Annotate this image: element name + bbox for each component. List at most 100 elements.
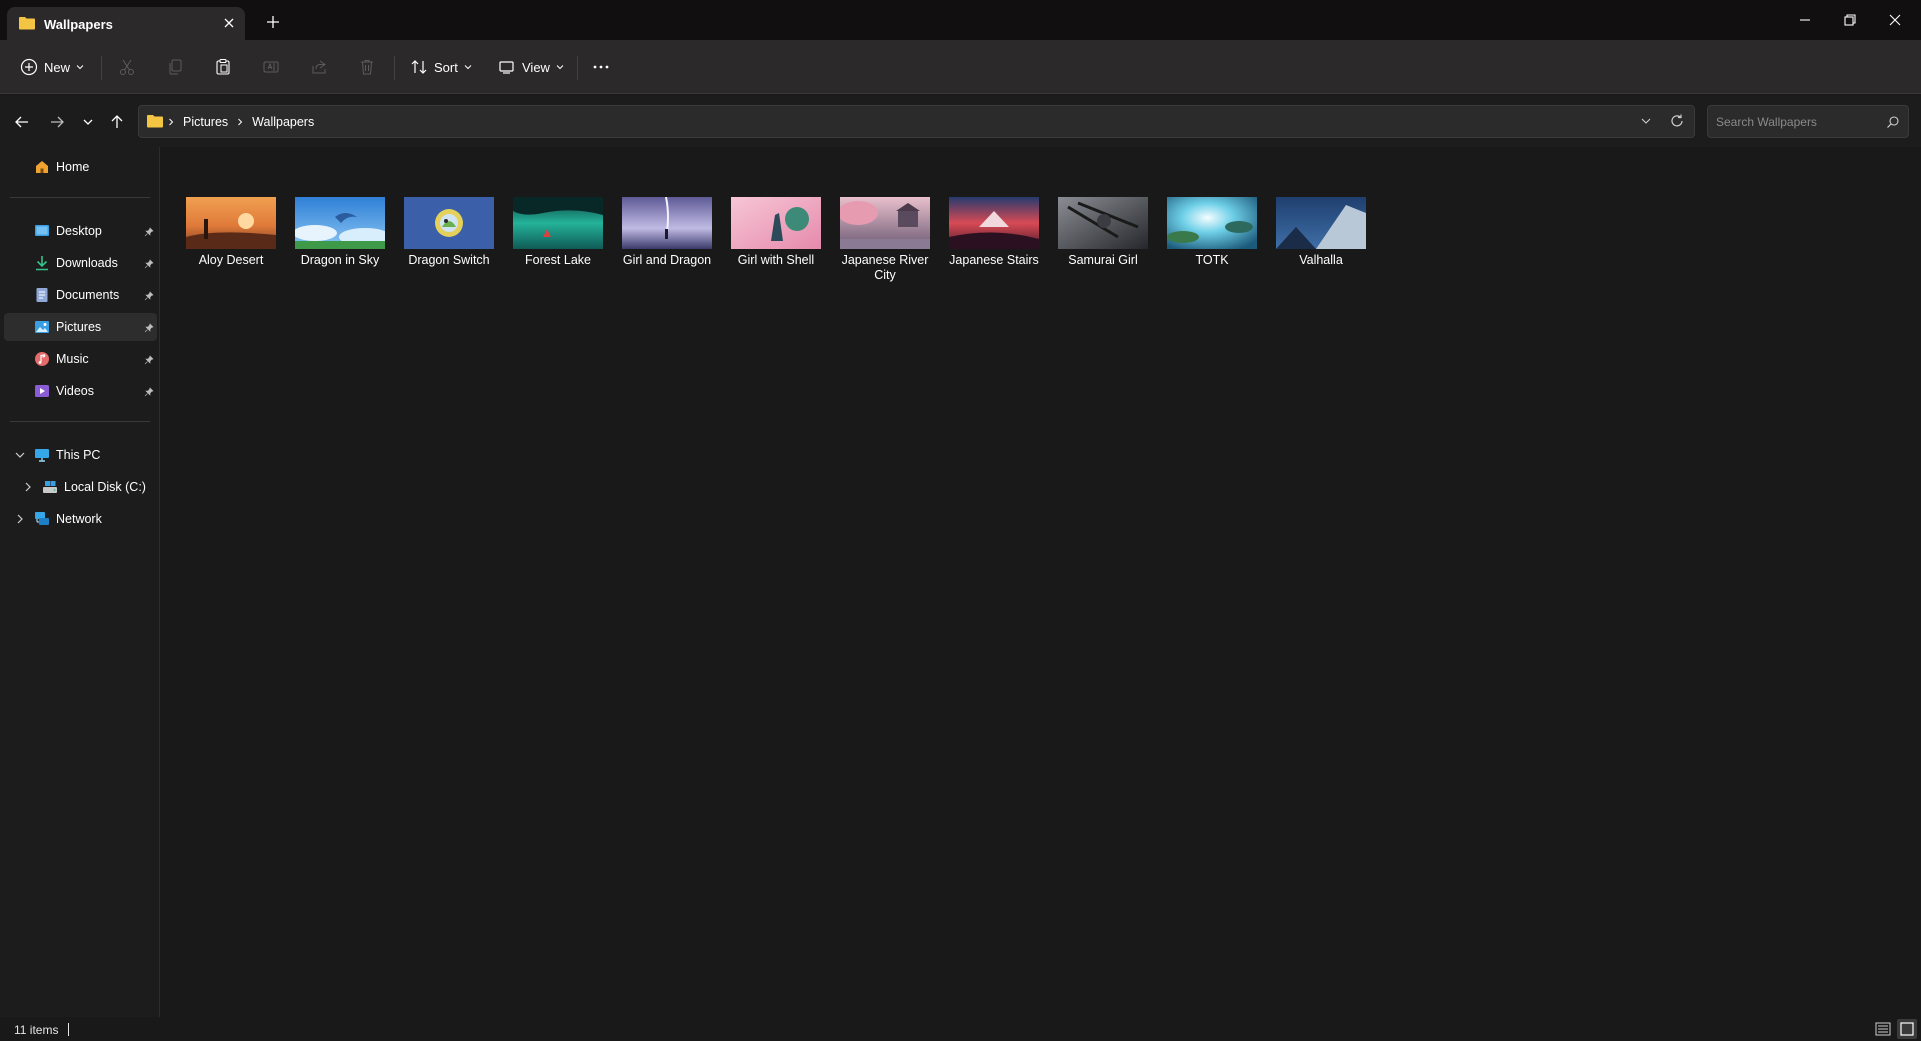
tab-wallpapers[interactable]: Wallpapers xyxy=(7,7,245,40)
file-item[interactable]: Forest Lake xyxy=(506,197,610,268)
chevron-down-icon[interactable] xyxy=(14,449,26,464)
sidebar-item-documents[interactable]: Documents xyxy=(4,281,157,309)
chevron-down-icon[interactable] xyxy=(1639,114,1653,131)
sidebar-item-label: Downloads xyxy=(56,256,118,270)
address-bar[interactable]: Pictures Wallpapers xyxy=(138,105,1695,138)
status-divider xyxy=(68,1023,69,1036)
forward-icon[interactable] xyxy=(48,113,66,131)
pin-icon[interactable] xyxy=(144,385,154,400)
large-icons-view-icon[interactable] xyxy=(1897,1019,1917,1039)
rename-button[interactable] xyxy=(262,54,280,80)
back-icon[interactable] xyxy=(13,113,31,131)
file-item[interactable]: Aloy Desert xyxy=(179,197,283,268)
image-thumbnail xyxy=(186,197,276,249)
file-item[interactable]: Girl with Shell xyxy=(724,197,828,268)
folder-icon xyxy=(19,16,35,33)
share-button[interactable] xyxy=(310,54,328,80)
sort-button[interactable]: Sort xyxy=(410,54,472,80)
paste-button[interactable] xyxy=(214,54,232,80)
sidebar-item-label: Documents xyxy=(56,288,120,302)
image-thumbnail xyxy=(622,197,712,249)
file-name: Japanese River City xyxy=(841,253,929,282)
file-item[interactable]: Valhalla xyxy=(1269,197,1373,268)
music-icon xyxy=(34,351,50,367)
sidebar-item-music[interactable]: Music xyxy=(4,345,157,373)
cut-button[interactable] xyxy=(118,54,136,80)
tab-title: Wallpapers xyxy=(44,17,113,32)
breadcrumb: Pictures Wallpapers xyxy=(167,106,314,137)
file-name: TOTK xyxy=(1195,253,1229,267)
chevron-right-icon[interactable] xyxy=(14,513,26,528)
details-view-icon[interactable] xyxy=(1874,1020,1892,1041)
recent-locations-icon[interactable] xyxy=(79,113,97,131)
add-circle-icon xyxy=(20,58,38,76)
pin-icon[interactable] xyxy=(144,289,154,304)
navigation-pane: Home Desktop Downloads Documents Picture… xyxy=(0,147,160,1017)
folder-icon xyxy=(147,114,163,131)
breadcrumb-wallpapers[interactable]: Wallpapers xyxy=(252,115,314,129)
more-options-button[interactable] xyxy=(592,54,610,80)
new-tab-icon[interactable] xyxy=(265,14,281,30)
pictures-icon xyxy=(34,319,50,335)
file-item[interactable]: Dragon Switch xyxy=(397,197,501,268)
file-item[interactable]: Samurai Girl xyxy=(1051,197,1155,268)
chevron-down-icon xyxy=(76,65,84,70)
search-icon[interactable] xyxy=(1886,115,1900,132)
close-window-icon[interactable] xyxy=(1887,12,1903,28)
sidebar-item-local-disk[interactable]: Local Disk (C:) xyxy=(4,473,157,501)
search-box[interactable] xyxy=(1707,105,1909,138)
sidebar-item-network[interactable]: Network xyxy=(4,505,157,533)
file-item[interactable]: Girl and Dragon xyxy=(615,197,719,268)
chevron-down-icon xyxy=(556,65,564,70)
new-button[interactable]: New xyxy=(20,54,84,80)
file-name: Girl and Dragon xyxy=(622,253,712,267)
home-icon xyxy=(34,159,50,175)
pin-icon[interactable] xyxy=(144,321,154,336)
restore-icon[interactable] xyxy=(1842,12,1858,28)
sidebar-item-label: Desktop xyxy=(56,224,102,238)
rename-icon xyxy=(263,61,279,73)
view-button[interactable]: View xyxy=(498,54,564,80)
image-thumbnail xyxy=(949,197,1039,249)
up-icon[interactable] xyxy=(108,113,126,131)
delete-button[interactable] xyxy=(358,54,376,80)
sidebar-item-label: Network xyxy=(56,512,102,526)
chevron-right-icon xyxy=(169,118,174,125)
file-item[interactable]: Japanese Stairs xyxy=(942,197,1046,268)
close-tab-icon[interactable] xyxy=(219,13,239,33)
sidebar-item-label: Pictures xyxy=(56,320,102,334)
copy-button[interactable] xyxy=(166,54,184,80)
image-thumbnail xyxy=(1167,197,1257,249)
chevron-right-icon[interactable] xyxy=(22,481,34,496)
search-input[interactable] xyxy=(1716,112,1876,132)
sidebar-item-pictures[interactable]: Pictures xyxy=(4,313,157,341)
sidebar-item-desktop[interactable]: Desktop xyxy=(4,217,157,245)
sidebar-item-this-pc[interactable]: This PC xyxy=(4,441,157,469)
image-thumbnail xyxy=(1276,197,1366,249)
paste-icon xyxy=(216,58,230,75)
command-bar: New Sort View xyxy=(0,40,1921,94)
image-thumbnail xyxy=(1058,197,1148,249)
file-name: Aloy Desert xyxy=(198,253,264,267)
refresh-icon[interactable] xyxy=(1669,113,1685,132)
sidebar-item-videos[interactable]: Videos xyxy=(4,377,157,405)
minimize-icon[interactable] xyxy=(1797,12,1813,28)
file-item[interactable]: TOTK xyxy=(1160,197,1264,268)
file-name: Dragon Switch xyxy=(408,253,490,267)
pin-icon[interactable] xyxy=(144,353,154,368)
sidebar-item-label: This PC xyxy=(56,448,101,462)
chevron-down-icon xyxy=(464,65,472,70)
pin-icon[interactable] xyxy=(144,257,154,272)
file-item[interactable]: Dragon in Sky xyxy=(288,197,392,268)
file-item[interactable]: Japanese River City xyxy=(833,197,937,283)
file-view: Aloy Desert Dragon in Sky Dragon Switch … xyxy=(161,147,1921,1017)
sort-label: Sort xyxy=(434,59,458,75)
sidebar-item-home[interactable]: Home xyxy=(4,153,157,181)
breadcrumb-pictures[interactable]: Pictures xyxy=(183,115,228,129)
pin-icon[interactable] xyxy=(144,225,154,240)
more-icon xyxy=(593,65,609,69)
file-name: Dragon in Sky xyxy=(300,253,380,267)
sidebar-item-downloads[interactable]: Downloads xyxy=(4,249,157,277)
image-thumbnail xyxy=(513,197,603,249)
image-thumbnail xyxy=(295,197,385,249)
